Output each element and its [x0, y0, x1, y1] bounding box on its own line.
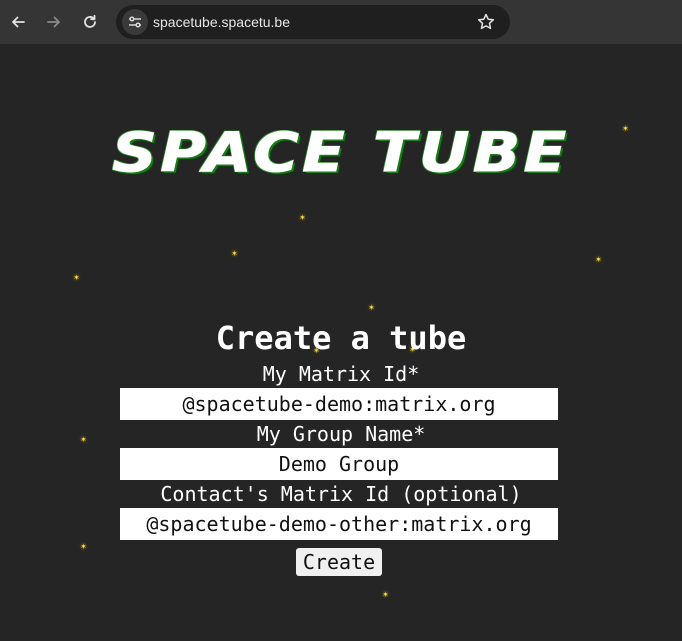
group-name-input[interactable]: [120, 448, 558, 480]
arrow-left-icon: [12, 16, 25, 28]
reload-button[interactable]: [77, 9, 103, 35]
back-button[interactable]: [5, 9, 31, 35]
form-title: Create a tube: [215, 319, 467, 357]
browser-toolbar: spacetube.spacetu.be: [0, 0, 682, 44]
star-sparkle-icon: ✶: [595, 255, 602, 265]
contact-matrix-id-label: Contact's Matrix Id (optional): [160, 482, 522, 506]
matrix-id-input[interactable]: [120, 388, 558, 420]
site-logo: SPACE TUBE: [0, 120, 682, 186]
star-icon: [477, 13, 495, 30]
matrix-id-label: My Matrix Id*: [262, 362, 420, 386]
logo-text: SPACE TUBE: [112, 121, 570, 185]
star-sparkle-icon: ✶: [73, 273, 80, 283]
contact-matrix-id-input[interactable]: [120, 508, 558, 540]
star-sparkle-icon: ✶: [368, 303, 375, 313]
forward-button[interactable]: [41, 9, 67, 35]
star-sparkle-icon: ✶: [382, 590, 389, 600]
star-sparkle-icon: ✶: [231, 249, 238, 259]
tune-icon: [129, 16, 141, 28]
arrow-right-icon: [47, 16, 60, 28]
bookmark-star-button[interactable]: [476, 12, 496, 32]
url-text[interactable]: spacetube.spacetu.be: [153, 13, 290, 31]
star-sparkle-icon: ✶: [299, 213, 306, 223]
star-sparkle-icon: ✶: [80, 542, 87, 552]
site-info-button[interactable]: [122, 9, 148, 35]
group-name-label: My Group Name*: [256, 422, 426, 446]
reload-icon: [84, 14, 96, 28]
create-button[interactable]: Create: [296, 548, 382, 576]
